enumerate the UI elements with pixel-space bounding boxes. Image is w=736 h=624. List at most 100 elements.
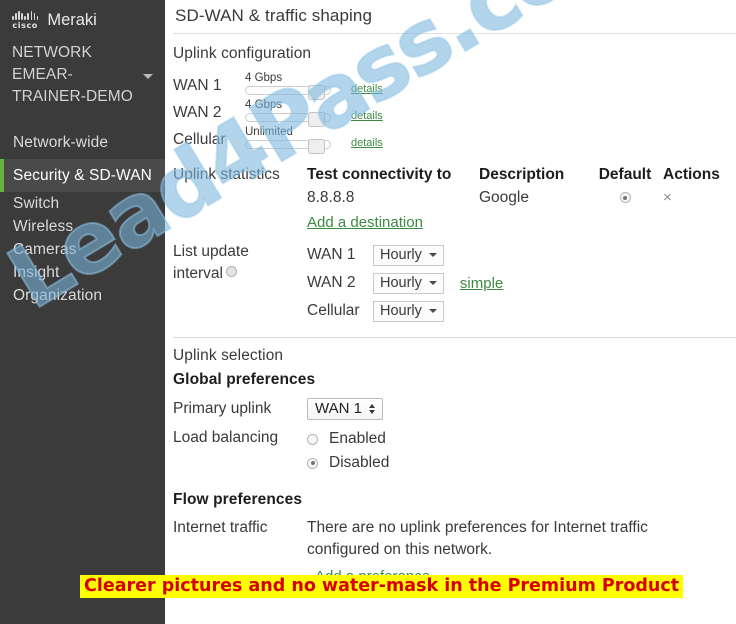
sidebar-item-label: Network-wide xyxy=(13,134,109,151)
column-header-description: Description xyxy=(479,166,565,183)
description-value: Google xyxy=(479,189,529,206)
details-link[interactable]: details xyxy=(351,137,383,149)
add-destination-link[interactable]: Add a destination xyxy=(307,214,423,231)
add-destination-cell: Add a destination xyxy=(307,210,736,235)
uplink-slider-wrap: 4 Gbps xyxy=(245,99,337,127)
interval-name: Cellular xyxy=(307,302,360,319)
interval-value: Hourly xyxy=(380,302,422,319)
destination-value: 8.8.8.8 xyxy=(307,189,355,206)
bandwidth-slider[interactable] xyxy=(245,139,331,154)
interval-rows: WAN 1 Hourly WAN 2 Hourly simple Cellula xyxy=(307,241,503,325)
uplink-configuration-heading: Uplink configuration xyxy=(173,45,312,62)
internet-traffic-label: Internet traffic xyxy=(173,519,268,536)
bandwidth-slider[interactable] xyxy=(245,85,331,100)
radio-disabled[interactable] xyxy=(307,457,318,469)
interval-row-wan2: WAN 2 Hourly simple xyxy=(307,269,503,297)
load-balancing-option-enabled[interactable]: Enabled xyxy=(307,427,389,451)
network-name: EMEAR-TRAINER-DEMO xyxy=(12,66,133,105)
uplink-name: Cellular xyxy=(173,131,226,148)
uplink-statistics-label: Uplink statistics xyxy=(173,166,280,183)
chevron-down-icon[interactable] xyxy=(143,74,153,79)
column-header-destination: Test connectivity to xyxy=(307,166,452,183)
interval-name: WAN 2 xyxy=(307,274,356,291)
interval-dropdown-wan2[interactable]: Hourly xyxy=(373,272,444,294)
uplink-name: WAN 1 xyxy=(173,77,222,94)
interval-dropdown-wan1[interactable]: Hourly xyxy=(373,244,444,266)
sidebar-item-network-wide[interactable]: Network-wide xyxy=(0,126,165,159)
uplink-row-wan1: WAN 1 4 Gbps details xyxy=(173,69,736,100)
simple-link[interactable]: simple xyxy=(460,275,503,292)
column-header-default: Default xyxy=(598,166,652,183)
interval-dropdown-cellular[interactable]: Hourly xyxy=(373,300,444,322)
uplink-bandwidth-value: 4 Gbps xyxy=(245,72,283,84)
uplink-name: WAN 2 xyxy=(173,104,222,121)
sidebar-item-organization[interactable]: Organization xyxy=(0,284,165,307)
list-update-interval-section: List update interval WAN 1 Hourly WAN 2 … xyxy=(165,235,736,325)
uplink-bandwidth-value: 4 Gbps xyxy=(245,99,283,111)
sidebar-item-label: Switch xyxy=(13,195,60,212)
radio-label: Enabled xyxy=(329,430,386,447)
primary-uplink-label: Primary uplink xyxy=(173,400,272,417)
bandwidth-slider[interactable] xyxy=(245,112,331,127)
close-icon[interactable]: × xyxy=(663,187,672,209)
network-selector[interactable]: NETWORK EMEAR-TRAINER-DEMO xyxy=(0,30,165,118)
sidebar-item-label: Organization xyxy=(13,287,103,304)
list-update-interval-label-line2: interval xyxy=(173,263,307,285)
flow-preferences-heading: Flow preferences xyxy=(173,491,303,508)
chevron-down-icon xyxy=(428,281,437,285)
sidebar-item-label: Insight xyxy=(13,264,60,281)
uplink-configuration-list: WAN 1 4 Gbps details WAN 2 4 Gbps detail… xyxy=(165,63,736,154)
load-balancing-option-disabled[interactable]: Disabled xyxy=(307,451,389,475)
main-content: SD-WAN & traffic shaping Uplink configur… xyxy=(165,0,736,624)
info-icon[interactable] xyxy=(225,266,237,277)
sidebar-item-security-sd-wan[interactable]: Security & SD-WAN xyxy=(0,159,165,192)
radio-label: Disabled xyxy=(329,454,390,471)
sidebar-item-cameras[interactable]: Cameras xyxy=(0,238,165,261)
interval-row-cellular: Cellular Hourly xyxy=(307,297,503,325)
details-link[interactable]: details xyxy=(351,83,383,95)
sidebar-item-wireless[interactable]: Wireless xyxy=(0,215,165,238)
chevron-down-icon xyxy=(428,309,437,313)
updown-chevron-icon xyxy=(368,404,375,414)
uplink-row-cellular: Cellular Unlimited details xyxy=(173,123,736,154)
primary-uplink-row: Primary uplink WAN 1 xyxy=(173,389,736,420)
column-header-actions: Actions xyxy=(663,166,720,183)
interval-row-wan1: WAN 1 Hourly xyxy=(307,241,503,269)
cisco-bars-icon xyxy=(12,11,39,20)
interval-value: Hourly xyxy=(380,274,422,291)
sidebar-item-insight[interactable]: Insight xyxy=(0,261,165,284)
sidebar-item-label: Security & SD-WAN xyxy=(13,167,152,184)
uplink-bandwidth-value: Unlimited xyxy=(245,126,293,138)
cisco-logo-icon: cisco xyxy=(12,11,39,30)
list-update-interval-label: List update interval xyxy=(173,241,307,325)
primary-uplink-select[interactable]: WAN 1 xyxy=(307,398,383,420)
cisco-wordmark: cisco xyxy=(12,21,38,30)
uplink-selection-heading: Uplink selection xyxy=(173,347,284,364)
global-preferences-heading: Global preferences xyxy=(173,371,316,388)
load-balancing-row: Load balancing Enabled Disabled xyxy=(173,420,736,475)
chevron-down-icon xyxy=(428,253,437,257)
list-update-interval-label-line1: List update xyxy=(173,243,249,260)
interval-value: Hourly xyxy=(380,246,422,263)
primary-uplink-value: WAN 1 xyxy=(315,400,362,417)
sidebar-nav: Network-wide Security & SD-WAN Switch Wi… xyxy=(0,126,165,307)
load-balancing-label: Load balancing xyxy=(173,429,279,446)
actions-cell: × xyxy=(663,186,736,210)
uplink-statistics-section: Uplink statistics Test connectivity to D… xyxy=(165,150,736,235)
sidebar-item-switch[interactable]: Switch xyxy=(0,192,165,215)
flow-preferences-section: Flow preferences Internet traffic There … xyxy=(165,475,736,589)
meraki-wordmark: Meraki xyxy=(47,11,97,29)
uplink-slider-wrap: 4 Gbps xyxy=(245,72,337,100)
app-window: cisco Meraki NETWORK EMEAR-TRAINER-DEMO … xyxy=(0,0,736,624)
brand-logo[interactable]: cisco Meraki xyxy=(0,0,165,30)
radio-enabled[interactable] xyxy=(307,433,318,445)
uplink-statistics-table: Uplink statistics Test connectivity to D… xyxy=(173,164,736,235)
details-link[interactable]: details xyxy=(351,110,383,122)
uplink-row-wan2: WAN 2 4 Gbps details xyxy=(173,96,736,127)
load-balancing-options: Enabled Disabled xyxy=(307,427,389,475)
watermark-banner: Clearer pictures and no water-mask in th… xyxy=(80,575,684,598)
network-label: NETWORK xyxy=(12,44,92,61)
sidebar-item-label: Cameras xyxy=(13,241,77,258)
sidebar: cisco Meraki NETWORK EMEAR-TRAINER-DEMO … xyxy=(0,0,165,624)
default-radio[interactable] xyxy=(619,192,631,204)
